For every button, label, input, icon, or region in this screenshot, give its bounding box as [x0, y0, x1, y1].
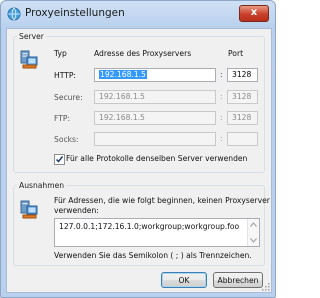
- scroll-up-icon[interactable]: [250, 222, 257, 227]
- http-colon: :: [220, 70, 223, 79]
- secure-label: Secure:: [54, 93, 83, 102]
- socks-colon: :: [220, 134, 223, 143]
- ftp-label: FTP:: [54, 114, 71, 123]
- close-button[interactable]: x: [239, 5, 269, 22]
- computer-shield-icon: [20, 200, 38, 219]
- http-label: HTTP:: [54, 71, 76, 80]
- ftp-colon: :: [220, 113, 223, 122]
- socks-label: Socks:: [54, 135, 79, 144]
- exceptions-textarea[interactable]: 127.0.0.1;172.16.1.0;workgroup;workgroup…: [54, 218, 260, 247]
- type-column-header: Typ: [54, 49, 67, 58]
- dialog-body: Server Typ Adresse des Proxyservers Port…: [6, 28, 272, 293]
- resize-grip-icon[interactable]: [262, 283, 270, 291]
- address-column-header: Adresse des Proxyservers: [94, 49, 192, 58]
- http-address-input[interactable]: 192.168.1.5: [94, 68, 216, 82]
- separator-hint: Verwenden Sie das Semikolon ( ; ) als Tr…: [54, 251, 252, 260]
- socks-address-input[interactable]: [94, 132, 216, 146]
- secure-address-input[interactable]: 192.168.1.5: [94, 90, 216, 104]
- exceptions-description-line2: verwenden:: [54, 206, 99, 215]
- secure-colon: :: [220, 92, 223, 101]
- server-computer-icon: [20, 50, 38, 69]
- server-legend: Server: [19, 32, 44, 41]
- ok-button[interactable]: OK: [161, 272, 207, 288]
- same-server-checkbox[interactable]: [54, 154, 65, 165]
- exceptions-scrollbar[interactable]: [247, 219, 259, 246]
- window-title: Proxyeinstellungen: [25, 7, 125, 19]
- checkmark-icon: [55, 156, 64, 163]
- secure-port-input[interactable]: 3128: [227, 90, 258, 104]
- title-bar[interactable]: Proxyeinstellungen x: [1, 1, 275, 27]
- exceptions-value: 127.0.0.1;172.16.1.0;workgroup;workgroup…: [59, 222, 240, 231]
- proxy-settings-dialog: Proxyeinstellungen x Server Typ Adresse …: [0, 0, 276, 298]
- http-port-input[interactable]: 3128: [227, 68, 258, 82]
- network-globe-icon: [7, 7, 21, 21]
- same-server-label[interactable]: Für alle Protokolle denselben Server ver…: [66, 154, 247, 163]
- port-column-header: Port: [228, 49, 244, 58]
- socks-port-input[interactable]: [227, 132, 258, 146]
- close-icon: x: [250, 7, 258, 18]
- ftp-address-input[interactable]: 192.168.1.5: [94, 111, 216, 125]
- cancel-button[interactable]: Abbrechen: [213, 272, 263, 288]
- exceptions-description-line1: Für Adressen, die wie folgt beginnen, ke…: [54, 196, 270, 205]
- scroll-down-icon[interactable]: [250, 238, 257, 243]
- http-address-value: 192.168.1.5: [99, 70, 147, 79]
- exceptions-legend: Ausnahmen: [19, 181, 65, 190]
- ftp-port-input[interactable]: 3128: [227, 111, 258, 125]
